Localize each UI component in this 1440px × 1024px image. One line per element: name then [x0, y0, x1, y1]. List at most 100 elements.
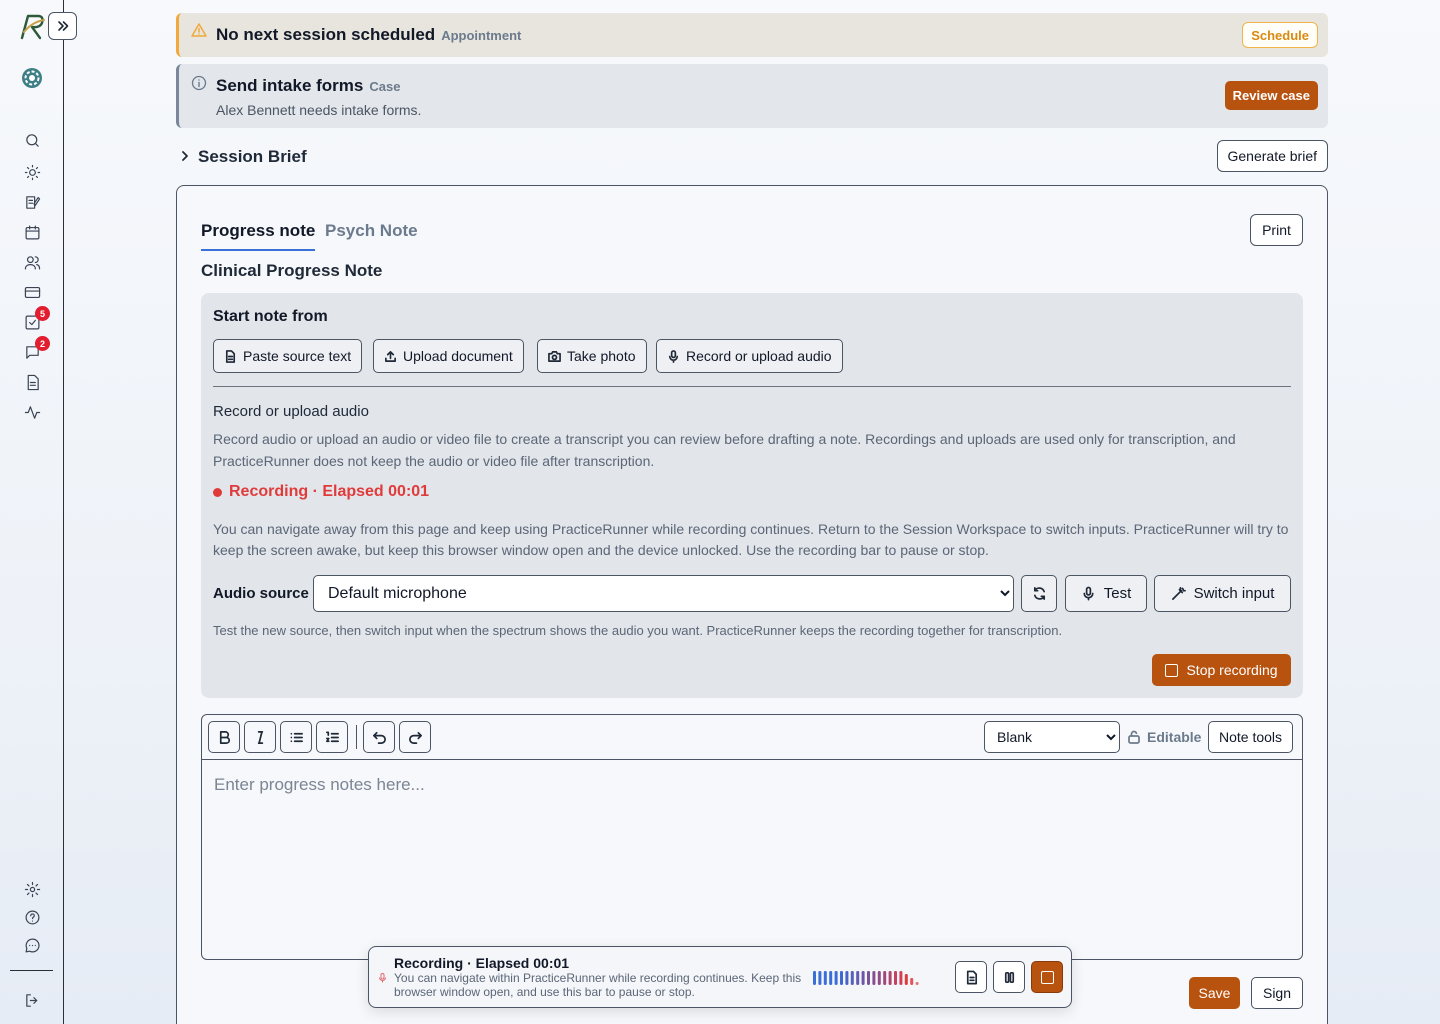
tab-progress-note[interactable]: Progress note [201, 221, 316, 251]
redo-icon [408, 731, 422, 744]
bullet-list-button[interactable] [280, 721, 312, 753]
session-brief-row: Session Brief Generate brief [176, 140, 1328, 174]
chip-label: Paste source text [243, 348, 352, 364]
tab-psych-note[interactable]: Psych Note [325, 221, 418, 241]
test-audio-button[interactable]: Test [1065, 575, 1147, 612]
spectrum-bar [872, 971, 876, 985]
tasks-badge: 5 [35, 306, 50, 321]
pause-icon [1004, 971, 1014, 983]
spectrum-bar [861, 971, 865, 985]
editable-toggle[interactable]: Editable [1127, 729, 1201, 745]
editable-label: Editable [1147, 729, 1202, 745]
undo-icon [372, 731, 386, 744]
brand-logo[interactable] [18, 12, 46, 40]
nav-calendar[interactable] [22, 222, 42, 242]
numbered-list-button[interactable] [316, 721, 348, 753]
alert-title-text: No next session scheduled [216, 25, 436, 44]
nav-settings[interactable] [22, 879, 42, 899]
template-select[interactable]: Blank [984, 721, 1120, 753]
nav-messages[interactable]: 2 [22, 336, 50, 362]
warning-icon [191, 23, 207, 37]
messages-badge: 2 [35, 336, 50, 351]
note-heading: Clinical Progress Note [201, 261, 383, 280]
test-label: Test [1103, 585, 1132, 602]
nav-clients[interactable] [22, 252, 42, 272]
paste-source-text-button[interactable]: Paste source text [213, 339, 363, 373]
session-brief-toggle[interactable]: Session Brief [198, 147, 307, 167]
nav-search[interactable] [22, 130, 42, 150]
stop-recording-button[interactable]: Stop recording [1152, 654, 1291, 686]
record-upload-audio-button[interactable]: Record or upload audio [656, 339, 843, 373]
bold-button[interactable] [208, 721, 240, 753]
nav-notes[interactable] [22, 192, 42, 212]
recording-bar: Recording · Elapsed 00:01 You can naviga… [368, 946, 1072, 1008]
practice-gear-icon[interactable] [20, 66, 44, 90]
italic-button[interactable] [244, 721, 276, 753]
review-case-button[interactable]: Review case [1224, 81, 1318, 110]
document-icon [225, 349, 236, 363]
refresh-sources-button[interactable] [1021, 575, 1057, 612]
alert-title-text: Send intake forms [216, 76, 364, 95]
print-button[interactable]: Print [1250, 214, 1303, 246]
undo-button[interactable] [363, 721, 395, 753]
stop-square-icon [1040, 970, 1054, 984]
sign-button[interactable]: Sign [1251, 977, 1303, 1009]
alert-message: Alex Bennett needs intake forms. [216, 102, 422, 118]
credit-card-icon [24, 286, 40, 298]
alert-title: Send intake forms Case [216, 76, 400, 96]
open-transcript-button[interactable] [955, 961, 987, 993]
calendar-icon [25, 225, 39, 239]
nav-documents[interactable] [22, 372, 42, 392]
stop-recording-bar-button[interactable] [1031, 961, 1063, 993]
nav-billing[interactable] [22, 282, 42, 302]
upload-icon [385, 350, 396, 362]
recording-navigate-note: You can navigate away from this page and… [213, 521, 1289, 558]
audio-source-select[interactable]: Default microphone [313, 575, 1014, 612]
magic-wand-icon [1171, 587, 1186, 600]
audio-source-label: Audio source [213, 585, 309, 602]
nav-help[interactable] [22, 907, 42, 927]
editor-toolbar: Blank Editable Note tools [202, 715, 1302, 760]
stop-label: Stop recording [1186, 662, 1278, 678]
spectrum-bar [894, 971, 897, 985]
schedule-button[interactable]: Schedule [1242, 22, 1318, 48]
sidebar: 5 2 [0, 0, 77, 1024]
spectrum-bar [910, 978, 914, 985]
spectrum-bar [867, 971, 870, 985]
save-button[interactable]: Save [1189, 977, 1240, 1009]
redo-button[interactable] [399, 721, 431, 753]
chat-bubble-icon [25, 938, 40, 952]
spectrum-bar [813, 971, 816, 985]
alert-title: No next session scheduled Appointment [216, 25, 521, 45]
chip-label: Take photo [567, 348, 636, 364]
chevron-right-icon[interactable] [178, 149, 192, 163]
info-icon [191, 75, 207, 91]
nav-dashboard[interactable] [22, 162, 42, 182]
spectrum-bar [818, 971, 822, 985]
document-icon [966, 970, 977, 984]
spectrum-bar [845, 971, 849, 985]
nav-logout[interactable] [22, 990, 42, 1010]
upload-document-button[interactable]: Upload document [373, 339, 524, 373]
audio-spectrum [813, 971, 919, 985]
expand-sidebar-button[interactable] [48, 12, 77, 40]
spectrum-bar [823, 971, 827, 985]
recording-status: Recording · Elapsed 00:01 [213, 483, 429, 501]
no-session-alert: No next session scheduled Appointment Sch… [176, 13, 1328, 57]
note-tools-button[interactable]: Note tools [1208, 721, 1294, 753]
spectrum-bar [883, 971, 887, 985]
take-photo-button[interactable]: Take photo [537, 339, 647, 373]
pause-recording-button[interactable] [993, 961, 1025, 993]
note-card: Progress note Psych Note Print Clinical … [176, 185, 1328, 1024]
spectrum-bar [899, 971, 903, 985]
nav-feedback[interactable] [22, 935, 42, 955]
nav-activity[interactable] [22, 402, 42, 422]
progress-note-editor-area[interactable]: Enter progress notes here... [214, 775, 1284, 945]
switch-input-button[interactable]: Switch input [1154, 575, 1291, 612]
sidebar-divider [10, 970, 53, 971]
spectrum-bar [904, 974, 908, 985]
chip-label: Upload document [403, 348, 513, 364]
nav-tasks[interactable]: 5 [22, 306, 50, 332]
spectrum-bar [834, 971, 838, 985]
generate-brief-button[interactable]: Generate brief [1216, 140, 1328, 172]
